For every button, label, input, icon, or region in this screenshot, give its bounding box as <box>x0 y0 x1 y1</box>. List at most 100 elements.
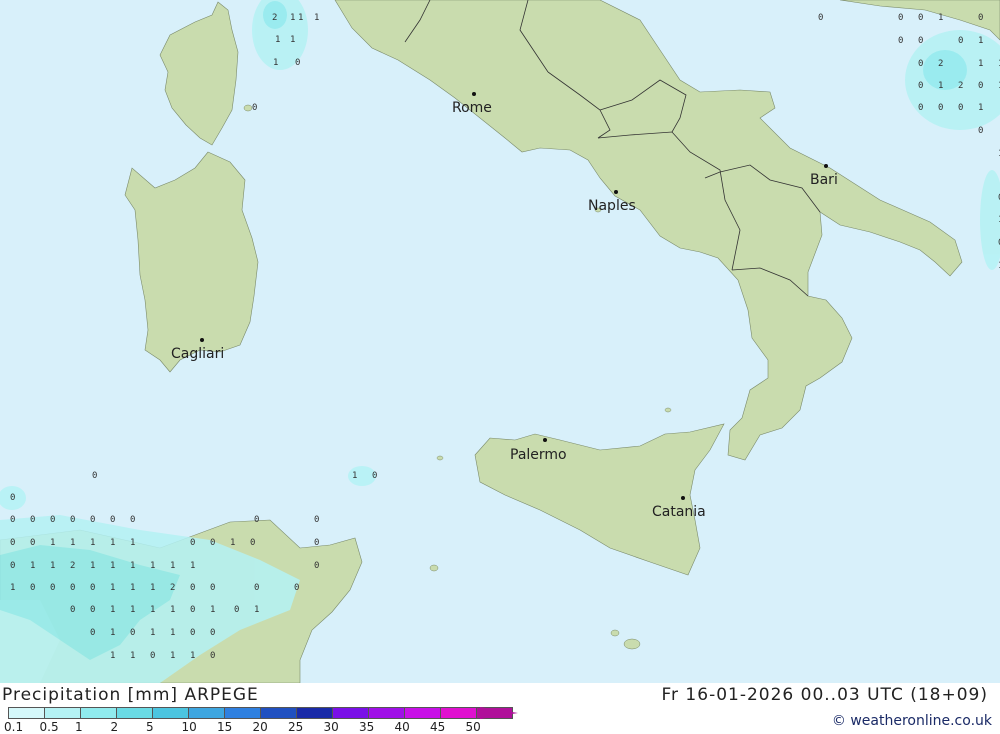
precip-value: 1 <box>150 583 155 593</box>
precip-value: 1 <box>190 651 195 661</box>
precip-value: 0 <box>50 583 55 593</box>
legend-label: 0.5 <box>39 720 59 734</box>
precip-value: 1 <box>110 561 115 571</box>
legend-label: 15 <box>217 720 233 734</box>
precip-value: 0 <box>70 605 75 615</box>
precip-value: 1 <box>352 471 357 481</box>
precip-value: 0 <box>150 651 155 661</box>
precip-value: 0 <box>254 583 259 593</box>
legend-swatch <box>44 707 80 719</box>
precip-value: 0 <box>90 628 95 638</box>
precip-value: 0 <box>190 628 195 638</box>
legend-label: 5 <box>146 720 154 734</box>
map-title: Precipitation [mm] ARPEGE <box>2 685 259 705</box>
precip-value: 0 <box>210 651 215 661</box>
precip-value: 0 <box>898 13 903 23</box>
precip-value: 1 <box>298 13 303 23</box>
precip-value: 2 <box>272 13 277 23</box>
legend-label: 40 <box>394 720 410 734</box>
precip-value: 0 <box>190 538 195 548</box>
precip-value: 1 <box>30 561 35 571</box>
legend-swatch <box>116 707 152 719</box>
legend-label: 30 <box>323 720 339 734</box>
precip-value: 1 <box>150 605 155 615</box>
legend-swatch <box>296 707 332 719</box>
footer-bar: Precipitation [mm] ARPEGE Fr 16-01-2026 … <box>0 683 1000 734</box>
island-aeolian <box>664 407 672 413</box>
precip-value: 0 <box>92 471 97 481</box>
precip-value: 0 <box>30 538 35 548</box>
precip-value: 0 <box>210 538 215 548</box>
precip-value: 0 <box>918 36 923 46</box>
precip-value: 0 <box>234 605 239 615</box>
precip-value: 0 <box>918 81 923 91</box>
precip-value: 0 <box>978 126 983 136</box>
precip-value: 1 <box>110 628 115 638</box>
precip-value: 0 <box>294 583 299 593</box>
precip-value: 1 <box>150 561 155 571</box>
precip-value: 0 <box>254 515 259 525</box>
precip-value: 0 <box>314 538 319 548</box>
precip-value: 0 <box>10 561 15 571</box>
precip-value: 1 <box>938 81 943 91</box>
precip-value: 0 <box>958 103 963 113</box>
credit-link[interactable]: © weatheronline.co.uk <box>832 713 992 729</box>
precip-value: 1 <box>978 36 983 46</box>
precip-value: 1 <box>254 605 259 615</box>
city-label: Cagliari <box>171 346 224 362</box>
legend-label: 25 <box>288 720 304 734</box>
precipitation-map: 2 1 1 1 1 1 1 0 0 0 0 0 1 0 0 0 0 1 0 2 1 1 0 1 2 0 1 0 0 0 1 0 1 0 1 0 1 0 1 0… <box>0 0 1000 683</box>
city-dot <box>200 338 204 342</box>
precip-value: 0 <box>252 103 257 113</box>
legend-swatch <box>404 707 440 719</box>
legend-label: 45 <box>430 720 446 734</box>
precip-value: 2 <box>170 583 175 593</box>
legend-arrow <box>480 707 518 719</box>
city-dot <box>614 190 618 194</box>
legend-label: 1 <box>75 720 83 734</box>
legend-swatch <box>8 707 44 719</box>
precip-value: 1 <box>170 605 175 615</box>
precip-value: 1 <box>130 538 135 548</box>
precip-value: 0 <box>918 13 923 23</box>
precip-value: 0 <box>130 515 135 525</box>
legend-label: 20 <box>252 720 268 734</box>
precip-value: 0 <box>295 58 300 68</box>
precip-value: 0 <box>250 538 255 548</box>
city-label: Catania <box>652 504 706 520</box>
legend-label: 0.1 <box>4 720 24 734</box>
precip-value: 1 <box>90 538 95 548</box>
precip-value: 1 <box>210 605 215 615</box>
precip-value: 1 <box>190 561 195 571</box>
precip-value: 0 <box>70 583 75 593</box>
island-gozo <box>610 629 620 637</box>
legend-swatch <box>152 707 188 719</box>
precip-value: 1 <box>978 59 983 69</box>
precip-value: 1 <box>110 538 115 548</box>
precip-value: 0 <box>978 81 983 91</box>
precip-value: 2 <box>938 59 943 69</box>
precip-value: 0 <box>190 605 195 615</box>
precip-value: 1 <box>275 35 280 45</box>
precip-value: 1 <box>170 651 175 661</box>
island-elba <box>243 104 253 112</box>
precip-value: 0 <box>130 628 135 638</box>
precip-value: 0 <box>918 59 923 69</box>
precip-value: 0 <box>30 583 35 593</box>
color-legend <box>8 707 513 719</box>
legend-label: 10 <box>181 720 197 734</box>
legend-label: 2 <box>110 720 119 734</box>
precip-value: 0 <box>818 13 823 23</box>
precip-value: 0 <box>50 515 55 525</box>
precip-value: 1 <box>170 628 175 638</box>
city-label: Palermo <box>510 447 567 463</box>
precip-value: 1 <box>10 583 15 593</box>
precip-value: 1 <box>978 103 983 113</box>
precip-value: 0 <box>110 515 115 525</box>
precip-value: 1 <box>130 651 135 661</box>
precip-value: 1 <box>50 538 55 548</box>
precip-value: 0 <box>210 583 215 593</box>
city-label: Naples <box>588 198 636 214</box>
precip-value: 1 <box>130 561 135 571</box>
legend-label: 35 <box>359 720 375 734</box>
